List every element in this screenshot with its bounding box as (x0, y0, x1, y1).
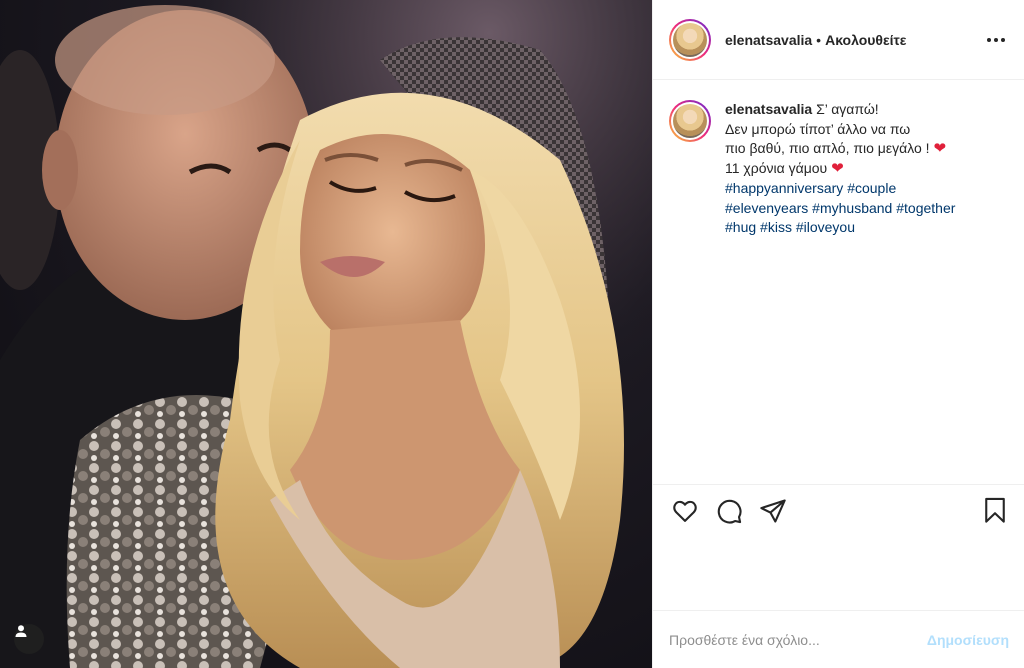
hashtag-link[interactable]: #elevenyears (725, 200, 808, 216)
avatar-image (673, 22, 707, 57)
comment-input[interactable] (669, 631, 919, 648)
following-button[interactable]: Ακολουθείτε (825, 32, 906, 48)
author-username[interactable]: elenatsavalia (725, 32, 812, 48)
caption-line-1: Σ’ αγαπώ! (816, 101, 879, 117)
like-button[interactable] (669, 495, 701, 527)
caption-avatar[interactable] (669, 100, 711, 142)
more-options-button[interactable] (984, 30, 1008, 50)
photo-illustration (0, 0, 652, 668)
hashtag-link[interactable]: #together (896, 200, 955, 216)
caption-line-3: πιο βαθύ, πιο απλό, πιο μεγάλο ! (725, 140, 930, 157)
author-avatar[interactable] (669, 18, 711, 61)
comment-button[interactable] (713, 495, 745, 527)
hashtag-link[interactable]: #happyanniversary (725, 180, 843, 196)
comments-list[interactable]: elenatsavalia Σ’ αγαπώ! Δεν μπορώ τίποτ’… (653, 80, 1024, 484)
caption-text: elenatsavalia Σ’ αγαπώ! Δεν μπορώ τίποτ’… (725, 100, 1005, 238)
save-button[interactable] (979, 494, 1011, 526)
hashtag-link[interactable]: #iloveyou (796, 219, 855, 235)
caption-line-2: Δεν μπορώ τίποτ’ άλλο να πω (725, 120, 911, 137)
more-dot-icon (987, 38, 991, 42)
red-heart-icon: ❤ (831, 160, 844, 178)
hashtag-link[interactable]: #hug (725, 219, 756, 235)
bookmark-icon (985, 497, 1005, 523)
post-comment-button[interactable]: Δημοσίευση (927, 632, 1009, 648)
post-photo[interactable] (0, 0, 652, 668)
hashtag-link[interactable]: #myhusband (812, 200, 892, 216)
red-heart-icon: ❤ (933, 140, 947, 158)
tagged-users-button[interactable] (14, 624, 44, 654)
add-comment-section: Δημοσίευση (653, 610, 1024, 668)
caption-line-4: 11 χρόνια γάμου (725, 160, 828, 177)
heart-outline-icon (673, 500, 697, 522)
hashtag-link[interactable]: #kiss (760, 219, 792, 235)
avatar-image (673, 104, 707, 138)
comment-bubble-icon (717, 499, 742, 524)
separator-dot: • (816, 31, 822, 48)
more-dot-icon (994, 38, 998, 42)
post-actions-bar (653, 484, 1024, 536)
post-side-panel: elenatsavalia • Ακολουθείτε elenatsavalia … (652, 0, 1024, 668)
post-header: elenatsavalia • Ακολουθείτε (653, 0, 1024, 80)
header-text: elenatsavalia • Ακολουθείτε (725, 31, 906, 49)
paper-plane-icon (760, 498, 786, 523)
user-icon (15, 625, 27, 637)
more-dot-icon (1001, 38, 1005, 42)
caption-comment: elenatsavalia Σ’ αγαπώ! Δεν μπορώ τίποτ’… (669, 100, 1008, 238)
caption-username[interactable]: elenatsavalia (725, 101, 812, 117)
share-button[interactable] (757, 495, 789, 527)
hashtag-link[interactable]: #couple (847, 180, 896, 196)
